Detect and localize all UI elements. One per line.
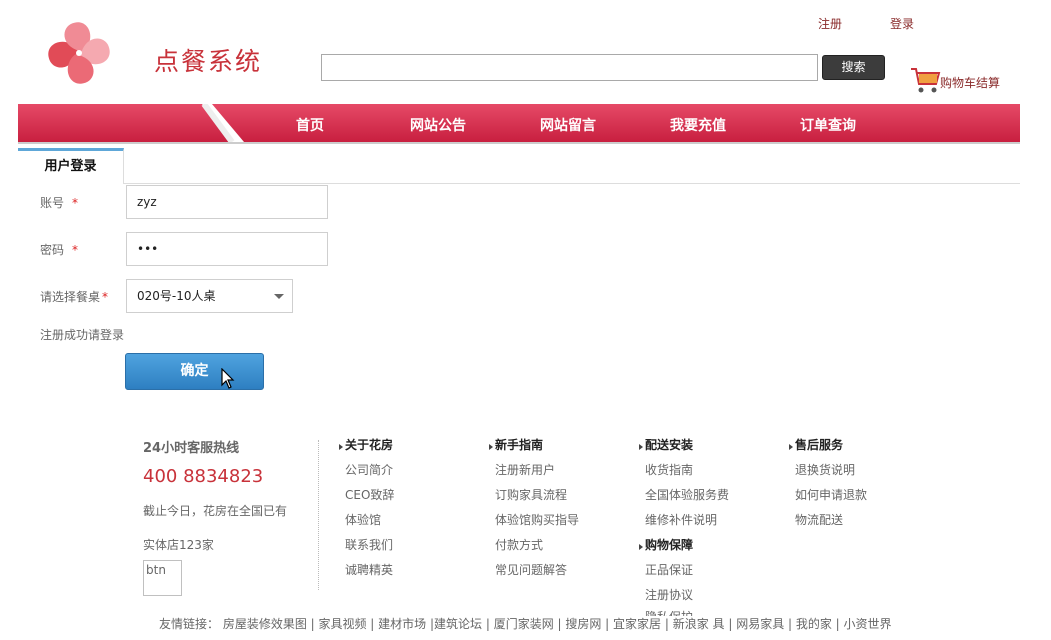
footer-link[interactable]: 订购家具流程 bbox=[495, 486, 567, 503]
nav-message[interactable]: 网站留言 bbox=[540, 113, 596, 139]
footer-link[interactable]: 公司简介 bbox=[345, 461, 393, 478]
footer-link[interactable]: 注册新用户 bbox=[495, 461, 555, 478]
nav-recharge[interactable]: 我要充值 bbox=[670, 113, 726, 139]
footer-col-title: 配送安装 bbox=[638, 438, 694, 452]
logo-text: 点餐系统 bbox=[154, 47, 263, 76]
footer-col-title: 新手指南 bbox=[488, 438, 544, 452]
nav-order-query[interactable]: 订单查询 bbox=[800, 113, 856, 139]
cart-checkout[interactable]: 购物车结算 bbox=[910, 66, 1020, 96]
nav-menu: 首页 网站公告 网站留言 我要充值 订单查询 bbox=[258, 113, 958, 139]
footer-divider bbox=[318, 440, 319, 590]
tab-label: 用户登录 bbox=[44, 159, 97, 174]
hotline-number: 400 8834823 bbox=[143, 466, 264, 487]
tab-user-login[interactable]: 用户登录 bbox=[18, 148, 124, 184]
login-link[interactable]: 登录 bbox=[890, 15, 914, 32]
register-link[interactable]: 注册 bbox=[818, 15, 842, 32]
hotline-desc: 截止今日，花房在全国已有 bbox=[143, 504, 288, 518]
table-select[interactable]: 020号-10人桌 bbox=[126, 279, 293, 313]
footer-link[interactable]: 退换货说明 bbox=[795, 461, 855, 478]
status-message: 注册成功请登录 bbox=[40, 328, 125, 342]
footer-link[interactable]: 如何申请退款 bbox=[795, 486, 867, 503]
footer-link[interactable]: 付款方式 bbox=[495, 536, 543, 553]
submit-button[interactable]: 确定 bbox=[125, 353, 264, 390]
footer-link[interactable]: 联系我们 bbox=[345, 536, 393, 553]
footer-link[interactable]: 正品保证 bbox=[645, 561, 693, 578]
tab-divider bbox=[124, 183, 1020, 184]
hotline-desc-stores: 实体店123家 bbox=[143, 538, 214, 552]
chevron-down-icon bbox=[274, 294, 284, 299]
footer-link[interactable]: 收货指南 bbox=[645, 461, 693, 478]
nav-announcement[interactable]: 网站公告 bbox=[410, 113, 466, 139]
btn-image-placeholder[interactable]: btn bbox=[143, 560, 182, 596]
footer-link[interactable]: CEO致辞 bbox=[345, 486, 394, 503]
logo[interactable]: 点餐系统 bbox=[34, 10, 260, 96]
footer-link[interactable]: 维修补件说明 bbox=[645, 511, 717, 528]
footer-col-title: 购物保障 bbox=[638, 538, 694, 552]
password-input[interactable]: ••• bbox=[126, 232, 328, 266]
account-label: 账号 * bbox=[40, 196, 79, 210]
footer-col-title: 关于花房 bbox=[338, 438, 394, 452]
nav-home[interactable]: 首页 bbox=[296, 113, 324, 139]
footer-link[interactable]: 物流配送 bbox=[795, 511, 843, 528]
cart-label: 购物车结算 bbox=[940, 76, 1001, 90]
shopping-cart-icon bbox=[911, 68, 941, 93]
footer-link[interactable]: 体验馆 bbox=[345, 511, 381, 528]
friend-links[interactable]: 友情链接： 房屋装修效果图 | 家具视频 | 建材市场 |建筑论坛 | 厦门家装… bbox=[159, 615, 892, 632]
hotline-title: 24小时客服热线 bbox=[143, 441, 240, 456]
table-select-value: 020号-10人桌 bbox=[137, 289, 216, 303]
table-select-label: 请选择餐桌 * bbox=[40, 290, 109, 304]
search-input[interactable] bbox=[321, 54, 818, 81]
mouse-cursor-icon bbox=[221, 368, 235, 389]
footer-link[interactable]: 注册协议 bbox=[645, 586, 693, 603]
heart-flower-icon bbox=[48, 22, 110, 84]
footer-link[interactable]: 常见问题解答 bbox=[495, 561, 567, 578]
footer-col-title: 售后服务 bbox=[788, 438, 844, 452]
footer-link[interactable]: 体验馆购买指导 bbox=[495, 511, 579, 528]
search-button[interactable]: 搜索 bbox=[822, 55, 885, 80]
password-label: 密码 * bbox=[40, 243, 79, 257]
footer-link[interactable]: 全国体验服务费 bbox=[645, 486, 729, 503]
footer-link[interactable]: 诚聘精英 bbox=[345, 561, 393, 578]
account-input[interactable]: zyz bbox=[126, 185, 328, 219]
